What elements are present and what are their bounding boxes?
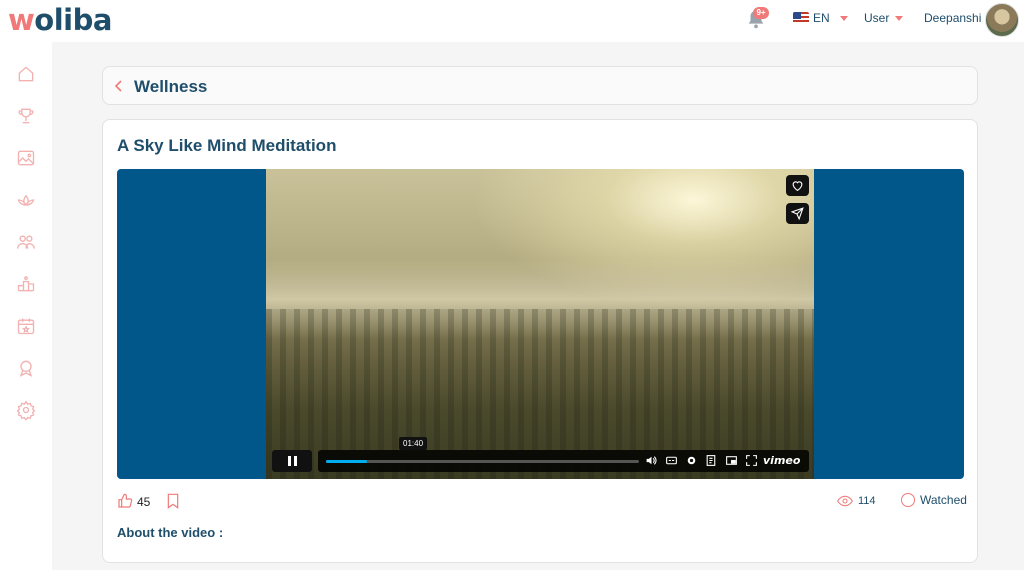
sidebar-item-rewards[interactable] [16, 358, 36, 378]
eye-icon [837, 495, 853, 507]
notification-badge: 9+ [753, 7, 769, 19]
avatar[interactable] [985, 3, 1019, 37]
fullscreen-icon[interactable] [745, 454, 758, 467]
chevron-down-icon [839, 15, 848, 21]
image-icon [17, 150, 35, 166]
user-menu-label: User [864, 11, 890, 25]
progress-fill [326, 460, 367, 463]
chevron-down-icon [895, 15, 904, 21]
video-player[interactable]: 01:40 vimeo [117, 169, 964, 479]
send-icon [791, 207, 804, 220]
sidebar-item-gallery[interactable] [16, 148, 36, 168]
picture-in-picture-icon[interactable] [725, 454, 738, 467]
home-icon [18, 66, 34, 82]
breadcrumb: Wellness [102, 66, 978, 105]
people-icon [17, 235, 35, 249]
transcript-icon[interactable] [705, 454, 718, 467]
badge-icon [19, 360, 33, 377]
volume-icon[interactable] [645, 454, 658, 467]
gear-icon[interactable] [685, 454, 698, 467]
pause-icon-bar [287, 456, 291, 466]
sidebar [0, 42, 52, 570]
sidebar-item-people[interactable] [16, 232, 36, 252]
timecode-tooltip: 01:40 [399, 437, 428, 450]
woliba-logo[interactable]: w oliba [8, 3, 112, 37]
about-video-heading: About the video : [117, 525, 224, 540]
video-frame[interactable] [266, 169, 814, 479]
like-count: 45 [137, 495, 151, 509]
pause-icon-bar [293, 456, 297, 466]
top-header: w oliba 9+ EN User Deepanshi [0, 0, 1024, 42]
sidebar-item-challenges[interactable] [16, 106, 36, 126]
sidebar-item-events[interactable] [16, 316, 36, 336]
lotus-icon [17, 194, 35, 206]
chevron-left-icon[interactable] [113, 80, 125, 92]
like-video-button[interactable] [786, 175, 809, 196]
sidebar-item-wellness[interactable] [16, 190, 36, 210]
sidebar-item-leaderboard[interactable] [16, 274, 36, 294]
video-card: A Sky Like Mind Meditation 01:40 vimeo 4… [102, 119, 978, 563]
thumbs-up-icon[interactable] [117, 493, 133, 509]
username: Deepanshi [924, 11, 982, 25]
watched-circle-icon [901, 493, 915, 507]
pause-button[interactable] [272, 450, 312, 472]
view-count: 114 [858, 495, 876, 507]
sidebar-item-home[interactable] [16, 64, 36, 84]
us-flag-icon [793, 12, 809, 24]
captions-icon[interactable] [665, 454, 678, 467]
watched-toggle[interactable]: Watched [901, 493, 967, 507]
vimeo-logo[interactable]: vimeo [763, 454, 800, 467]
video-title: A Sky Like Mind Meditation [117, 136, 337, 155]
calendar-icon [17, 318, 35, 335]
podium-icon [17, 276, 35, 292]
bookmark-icon[interactable] [166, 493, 180, 509]
sidebar-item-settings[interactable] [16, 400, 36, 422]
language-selector[interactable]: EN [793, 11, 848, 25]
trophy-icon [18, 108, 34, 124]
watched-label: Watched [920, 493, 967, 507]
page-title: Wellness [134, 77, 208, 96]
language-label: EN [813, 11, 830, 25]
control-icons [645, 454, 758, 467]
user-menu[interactable]: User [864, 11, 904, 25]
control-bar: 01:40 vimeo [318, 437, 809, 472]
share-video-button[interactable] [786, 203, 809, 224]
player-controls: 01:40 vimeo [272, 437, 809, 472]
heart-icon [792, 181, 803, 192]
progress-track[interactable] [326, 460, 639, 463]
gear-icon [16, 400, 36, 422]
